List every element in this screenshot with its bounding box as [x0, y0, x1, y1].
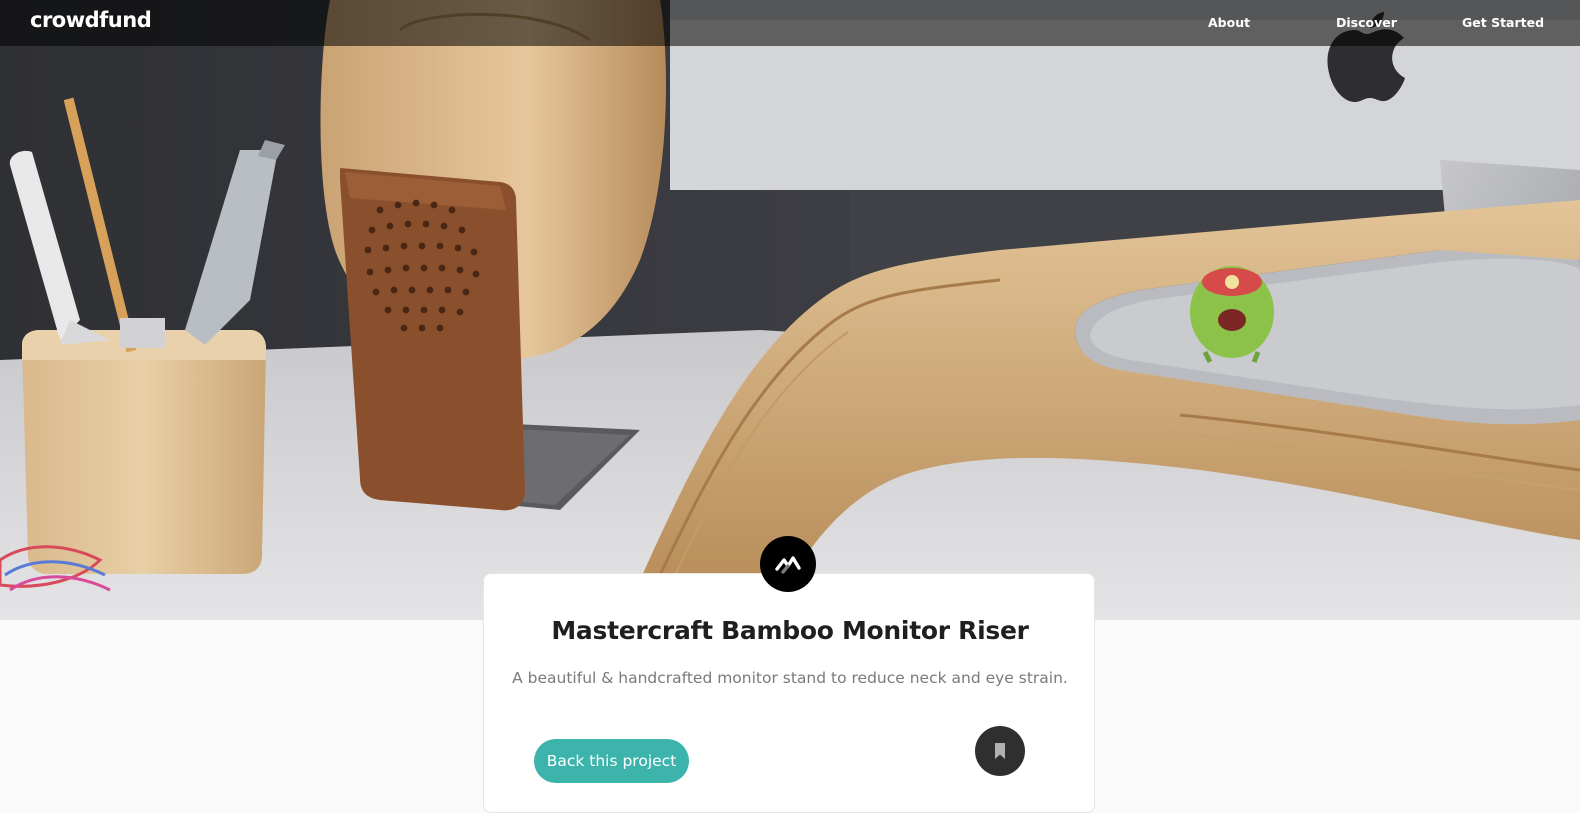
navbar: crowdfund About Discover Get Started: [0, 0, 1580, 46]
hero-image: [0, 0, 1580, 620]
bookmark-button[interactable]: [975, 726, 1025, 776]
project-card: Mastercraft Bamboo Monitor Riser A beaut…: [483, 573, 1095, 813]
project-title: Mastercraft Bamboo Monitor Riser: [551, 616, 1029, 645]
nav-link-get-started[interactable]: Get Started: [1462, 15, 1544, 30]
bookmark-icon: [995, 743, 1005, 759]
nav-link-about[interactable]: About: [1208, 15, 1250, 30]
back-project-button[interactable]: Back this project: [534, 739, 689, 783]
mastercraft-logo-icon: [760, 536, 816, 592]
project-description: A beautiful & handcrafted monitor stand …: [512, 669, 1068, 687]
nav-link-discover[interactable]: Discover: [1336, 15, 1397, 30]
logo[interactable]: crowdfund: [30, 8, 152, 32]
